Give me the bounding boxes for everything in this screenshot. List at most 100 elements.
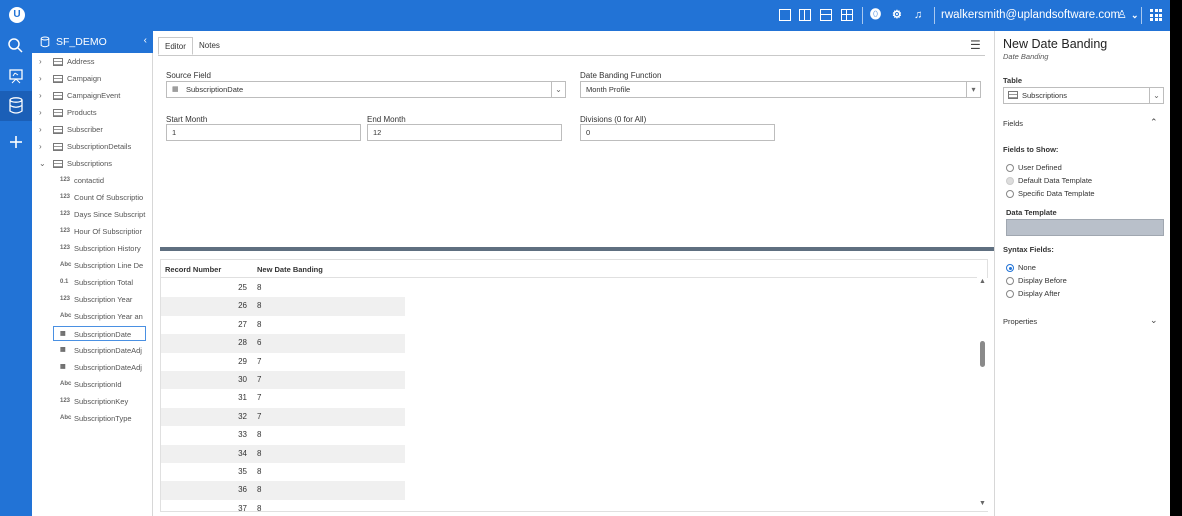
chevron-up-icon[interactable]: ⌃ bbox=[1150, 117, 1158, 128]
rail-add[interactable] bbox=[0, 127, 32, 157]
sidebar-field-label: contactid bbox=[74, 176, 105, 185]
fields-section-header[interactable]: Fields bbox=[1003, 119, 1023, 128]
data-template-input[interactable] bbox=[1006, 219, 1164, 236]
sidebar-field-item[interactable]: 123 Subscription History bbox=[32, 241, 153, 256]
table-row[interactable]: 37 8 bbox=[161, 500, 405, 516]
sidebar-field-item[interactable]: 123 SubscriptionKey bbox=[32, 394, 153, 409]
table-row[interactable]: 33 8 bbox=[161, 426, 405, 444]
collapse-sidebar-icon[interactable]: ‹ bbox=[144, 35, 147, 46]
scroll-down-icon[interactable]: ▼ bbox=[979, 500, 986, 507]
table-row[interactable]: 27 8 bbox=[161, 316, 405, 334]
divisions-input[interactable]: 0 bbox=[580, 124, 775, 141]
source-field-select[interactable]: ▦ SubscriptionDate ⌄ bbox=[166, 81, 566, 98]
chevron-right-icon[interactable]: › bbox=[39, 88, 42, 103]
settings-icon[interactable]: ⚙ bbox=[892, 8, 902, 22]
sidebar-field-item[interactable]: ▦ SubscriptionDate bbox=[53, 326, 146, 341]
sidebar-table-item[interactable]: › Campaign bbox=[32, 71, 153, 86]
table-row[interactable]: 36 8 bbox=[161, 481, 405, 500]
sidebar-table-item[interactable]: › Products bbox=[32, 105, 153, 120]
chevron-right-icon[interactable]: › bbox=[39, 71, 42, 86]
top-bar: U ⓿ ⚙ ♫ rwalkersmith@uplandsoftware.com … bbox=[0, 0, 1170, 31]
scrollbar-thumb[interactable] bbox=[980, 341, 985, 367]
scroll-up-icon[interactable]: ▲ bbox=[979, 278, 986, 285]
sidebar-table-item[interactable]: › SubscriptionDetails bbox=[32, 139, 153, 154]
rail-search[interactable] bbox=[0, 31, 32, 61]
table-row[interactable]: 32 7 bbox=[161, 407, 405, 427]
sidebar-table-item[interactable]: › Subscriber bbox=[32, 122, 153, 137]
sidebar-field-item[interactable]: ▦ SubscriptionDateAdj bbox=[32, 343, 153, 358]
chevron-down-icon[interactable]: ⌄ bbox=[1131, 8, 1139, 22]
date-type-icon: ▦ bbox=[60, 364, 66, 370]
results-scrollbar[interactable]: ▲ ▼ bbox=[977, 278, 988, 511]
results-header: Record Number New Date Banding bbox=[161, 260, 977, 278]
rail-database[interactable] bbox=[0, 91, 32, 121]
user-email[interactable]: rwalkersmith@uplandsoftware.com bbox=[941, 8, 1120, 23]
table-row[interactable]: 26 8 bbox=[161, 297, 405, 316]
sidebar-table-label: Products bbox=[67, 108, 97, 117]
sidebar-table-item[interactable]: ⌄ Subscriptions bbox=[32, 156, 153, 171]
sidebar-table-item[interactable]: › CampaignEvent bbox=[32, 88, 153, 103]
sidebar-field-item[interactable]: 123 Subscription Year bbox=[32, 292, 153, 307]
table-row[interactable]: 35 8 bbox=[161, 463, 405, 481]
table-row[interactable]: 29 7 bbox=[161, 353, 405, 371]
sidebar-field-item[interactable]: Abc SubscriptionId bbox=[32, 377, 153, 392]
properties-section-header[interactable]: Properties bbox=[1003, 317, 1037, 326]
record-number-cell: 35 bbox=[238, 467, 247, 476]
tab-editor[interactable]: Editor bbox=[158, 37, 193, 55]
fields-to-show-label: Fields to Show: bbox=[1003, 145, 1059, 154]
table-row[interactable]: 31 7 bbox=[161, 389, 405, 407]
help-icon[interactable]: ⓿ bbox=[870, 8, 881, 22]
table-row[interactable]: 25 8 bbox=[161, 279, 405, 297]
sidebar-header: SF_DEMO ‹ bbox=[32, 31, 153, 53]
layout-split-vertical-icon[interactable] bbox=[799, 9, 811, 21]
sidebar-table-item[interactable]: › Address bbox=[32, 54, 153, 69]
chevron-right-icon[interactable]: › bbox=[39, 139, 42, 154]
hamburger-menu-icon[interactable]: ☰ bbox=[970, 38, 981, 52]
table-select[interactable]: Subscriptions ⌄ bbox=[1003, 87, 1164, 104]
sidebar-field-item[interactable]: ▦ SubscriptionDateAdj bbox=[32, 360, 153, 375]
sidebar-table-label: Address bbox=[67, 57, 95, 66]
chevron-down-icon[interactable]: ⌄ bbox=[1150, 315, 1158, 326]
banding-function-label: Date Banding Function bbox=[580, 71, 662, 80]
sidebar-field-item[interactable]: 123 Count Of Subscriptio bbox=[32, 190, 153, 205]
sidebar-field-item[interactable]: 0.1 Subscription Total bbox=[32, 275, 153, 290]
pane-splitter[interactable] bbox=[160, 247, 994, 251]
tab-notes[interactable]: Notes bbox=[193, 37, 226, 55]
apps-grid-icon[interactable] bbox=[1150, 9, 1162, 21]
chevron-right-icon[interactable]: › bbox=[39, 105, 42, 120]
chevron-right-icon[interactable]: › bbox=[39, 54, 42, 69]
column-header-new-date-banding[interactable]: New Date Banding bbox=[257, 265, 323, 274]
table-row[interactable]: 30 7 bbox=[161, 371, 405, 390]
bell-icon[interactable]: ♫ bbox=[914, 8, 922, 22]
chevron-down-icon: ⌄ bbox=[1149, 88, 1163, 103]
date-banding-cell: 8 bbox=[257, 503, 262, 513]
user-icon[interactable]: ♙ bbox=[1117, 8, 1127, 22]
chevron-right-icon[interactable]: › bbox=[39, 122, 42, 137]
table-select-value: Subscriptions bbox=[1022, 91, 1068, 100]
sidebar-field-item[interactable]: 123 Hour Of Subscriptior bbox=[32, 224, 153, 239]
rail-dashboard[interactable] bbox=[0, 61, 32, 91]
chevron-down-icon[interactable]: ⌄ bbox=[39, 156, 46, 171]
table-icon bbox=[53, 143, 63, 151]
layout-quad-icon[interactable] bbox=[841, 9, 853, 21]
end-month-input[interactable]: 12 bbox=[367, 124, 562, 141]
sidebar-field-item[interactable]: Abc Subscription Year an bbox=[32, 309, 153, 324]
number-type-icon: 123 bbox=[60, 398, 71, 404]
sidebar-field-item[interactable]: Abc Subscription Line De bbox=[32, 258, 153, 273]
date-banding-cell: 6 bbox=[257, 338, 262, 348]
table-row[interactable]: 34 8 bbox=[161, 444, 405, 463]
upland-logo[interactable]: U bbox=[9, 7, 25, 23]
column-header-record-number[interactable]: Record Number bbox=[165, 265, 221, 274]
start-month-input[interactable]: 1 bbox=[166, 124, 361, 141]
date-banding-cell: 7 bbox=[257, 375, 262, 384]
sidebar-field-item[interactable]: 123 contactid bbox=[32, 173, 153, 188]
sidebar-field-item[interactable]: Abc SubscriptionType bbox=[32, 411, 153, 426]
banding-function-select[interactable]: Month Profile ▾ bbox=[580, 81, 981, 98]
date-banding-cell: 8 bbox=[257, 319, 262, 329]
sidebar-field-label: SubscriptionDateAdj bbox=[74, 346, 142, 355]
date-type-icon: ▦ bbox=[60, 331, 66, 337]
layout-split-horizontal-icon[interactable] bbox=[820, 9, 832, 21]
sidebar-field-item[interactable]: 123 Days Since Subscript bbox=[32, 207, 153, 222]
table-row[interactable]: 28 6 bbox=[161, 334, 405, 353]
layout-single-icon[interactable] bbox=[779, 9, 791, 21]
